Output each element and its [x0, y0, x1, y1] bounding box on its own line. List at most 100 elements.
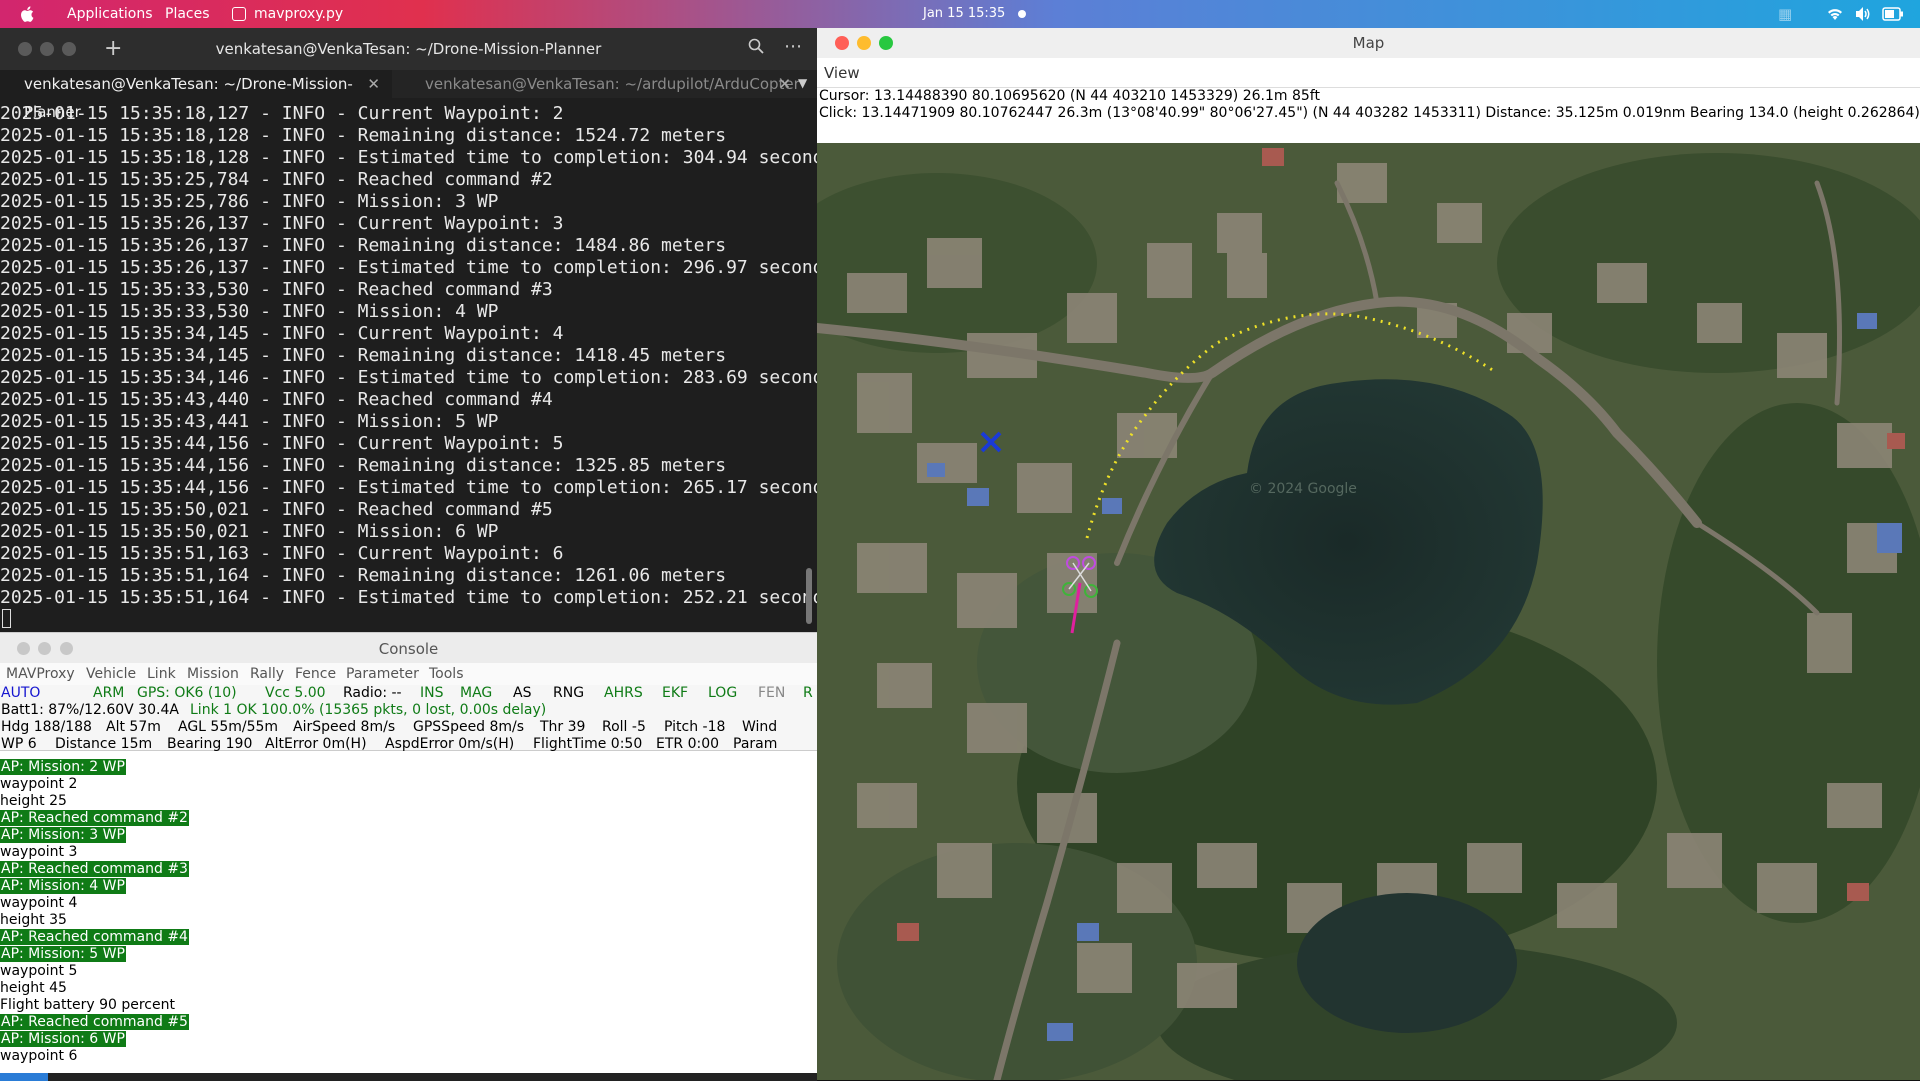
message-text: waypoint 3	[0, 844, 78, 860]
message-text: AP: Reached command #2	[0, 810, 189, 826]
status-value: Bearing 190	[167, 736, 253, 752]
battery-icon[interactable]	[1882, 7, 1904, 21]
menu-fence[interactable]: Fence	[295, 666, 336, 682]
terminal-scrollbar[interactable]	[806, 568, 812, 624]
ap-message: AP: Reached command #3	[0, 861, 817, 878]
map-title: Map	[1352, 34, 1385, 52]
status-flag: MAG	[460, 685, 493, 701]
log-line: 2025-01-15 15:35:34,145 - INFO - Remaini…	[0, 345, 727, 366]
status-flag: EKF	[662, 685, 689, 701]
menu-link[interactable]: Link	[147, 666, 176, 682]
status-value: Distance 15m	[55, 736, 153, 752]
terminal-titlebar[interactable]: + venkatesan@VenkaTesan: ~/Drone-Mission…	[0, 28, 817, 70]
menu-mission[interactable]: Mission	[187, 666, 239, 682]
status-flag: AUTO	[1, 685, 41, 701]
wifi-icon[interactable]	[1826, 6, 1844, 22]
message-text: Flight battery 90 percent	[0, 997, 175, 1013]
log-line: 2025-01-15 15:35:44,156 - INFO - Remaini…	[0, 455, 727, 476]
message-text: AP: Reached command #3	[0, 861, 189, 877]
log-line: 2025-01-15 15:35:50,021 - INFO - Mission…	[0, 521, 499, 542]
console-message: waypoint 4	[0, 895, 817, 912]
cursor-readout: Cursor: 13.14488390 80.10695620 (N 44 40…	[819, 88, 1320, 104]
log-line: 2025-01-15 15:35:44,156 - INFO - Current…	[0, 433, 564, 454]
menu-rally[interactable]: Rally	[250, 666, 284, 682]
status-flag: AS	[513, 685, 532, 701]
message-text: AP: Reached command #4	[0, 929, 189, 945]
message-text: waypoint 2	[0, 776, 78, 792]
status-value: AirSpeed 8m/s	[293, 719, 396, 735]
active-app-label[interactable]: mavproxy.py	[254, 6, 343, 22]
volume-icon[interactable]	[1854, 6, 1872, 22]
tab-list-dropdown-icon[interactable]: ▼	[798, 76, 807, 90]
menu-vehicle[interactable]: Vehicle	[86, 666, 136, 682]
message-text: waypoint 6	[0, 1048, 78, 1064]
log-line: 2025-01-15 15:35:43,440 - INFO - Reached…	[0, 389, 553, 410]
menu-parameter[interactable]: Parameter	[346, 666, 419, 682]
console-titlebar[interactable]: Console	[0, 633, 817, 663]
battery-status: Batt1: 87%/12.60V 30.4A	[1, 702, 179, 718]
console-message: height 25	[0, 793, 817, 810]
log-line: 2025-01-15 15:35:51,163 - INFO - Current…	[0, 543, 564, 564]
close-tab-icon[interactable]: ✕	[778, 70, 791, 98]
ap-message: AP: Mission: 3 WP	[0, 827, 817, 844]
places-menu[interactable]: Places	[165, 6, 210, 22]
console-menubar: MAVProxy Vehicle Link Mission Rally Fenc…	[0, 663, 817, 685]
map-titlebar[interactable]: Map	[817, 28, 1920, 58]
map-info-panel: Cursor: 13.14488390 80.10695620 (N 44 40…	[819, 88, 1920, 122]
ap-message: AP: Mission: 4 WP	[0, 878, 817, 895]
log-line: 2025-01-15 15:35:26,137 - INFO - Current…	[0, 213, 564, 234]
message-text: height 25	[0, 793, 67, 809]
accessibility-icon[interactable]: ▦	[1778, 5, 1792, 23]
apple-icon[interactable]	[18, 4, 38, 24]
message-text: AP: Reached command #5	[0, 1014, 189, 1030]
status-value: Roll -5	[602, 719, 646, 735]
message-text: AP: Mission: 3 WP	[0, 827, 126, 843]
menu-mavproxy[interactable]: MAVProxy	[6, 666, 75, 682]
tab-label: venkatesan@VenkaTesan: ~/ardupilot/ArduC…	[425, 75, 800, 93]
console-message: height 35	[0, 912, 817, 929]
log-line: 2025-01-15 15:35:50,021 - INFO - Reached…	[0, 499, 553, 520]
ap-message: AP: Reached command #5	[0, 1014, 817, 1031]
message-text: waypoint 4	[0, 895, 78, 911]
clock[interactable]: Jan 15 15:35	[923, 6, 1005, 21]
log-line: 2025-01-15 15:35:25,784 - INFO - Reached…	[0, 169, 553, 190]
status-flag: GPS: OK6 (10)	[137, 685, 237, 701]
applications-menu[interactable]: Applications	[67, 6, 153, 22]
message-text: waypoint 5	[0, 963, 78, 979]
status-value: AltError 0m(H)	[265, 736, 367, 752]
tab-arducopter[interactable]: venkatesan@VenkaTesan: ~/ardupilot/ArduC…	[405, 70, 803, 98]
ap-message: AP: Mission: 2 WP	[0, 759, 817, 776]
ap-message: AP: Mission: 6 WP	[0, 1031, 817, 1048]
status-value: Pitch -18	[664, 719, 726, 735]
menu-view[interactable]: View	[824, 64, 860, 82]
close-tab-icon[interactable]: ✕	[367, 70, 380, 98]
status-value: FlightTime 0:50	[533, 736, 643, 752]
satellite-map[interactable]: © 2024 Google	[817, 143, 1920, 1080]
status-value: Alt 57m	[106, 719, 161, 735]
menu-tools[interactable]: Tools	[429, 666, 464, 682]
notification-dot	[1018, 10, 1026, 18]
status-value: ETR 0:00	[656, 736, 720, 752]
app-icon	[232, 7, 246, 21]
log-line: 2025-01-15 15:35:51,164 - INFO - Remaini…	[0, 565, 727, 586]
status-value: AspdError 0m/s(H)	[385, 736, 515, 752]
console-messages[interactable]: AP: Mission: 2 WP waypoint 2 height 25 AP: …	[0, 759, 817, 1065]
message-text: height 45	[0, 980, 67, 996]
ap-message: AP: Reached command #4	[0, 929, 817, 946]
message-text: AP: Mission: 5 WP	[0, 946, 126, 962]
log-line: 2025-01-15 15:35:18,128 - INFO - Remaini…	[0, 125, 727, 146]
search-icon[interactable]	[748, 38, 764, 54]
tab-drone-mission-planner[interactable]: venkatesan@VenkaTesan: ~/Drone-Mission-P…	[0, 70, 392, 121]
ap-message: AP: Reached command #2	[0, 810, 817, 827]
message-text: AP: Mission: 2 WP	[0, 759, 126, 775]
terminal-window: + venkatesan@VenkaTesan: ~/Drone-Mission…	[0, 28, 834, 632]
status-flag: Radio: --	[343, 685, 402, 701]
ap-message: AP: Mission: 5 WP	[0, 946, 817, 963]
console-title: Console	[378, 640, 439, 658]
more-options-icon[interactable]: ⋯	[784, 36, 802, 57]
map-canvas[interactable]: © 2024 Google	[817, 143, 1920, 1080]
status-value: Wind	[742, 719, 778, 735]
status-value: Param	[733, 736, 778, 752]
status-value: Hdg 188/188	[1, 719, 92, 735]
terminal-output[interactable]: 2025-01-15 15:35:18,127 - INFO - Current…	[0, 103, 834, 609]
